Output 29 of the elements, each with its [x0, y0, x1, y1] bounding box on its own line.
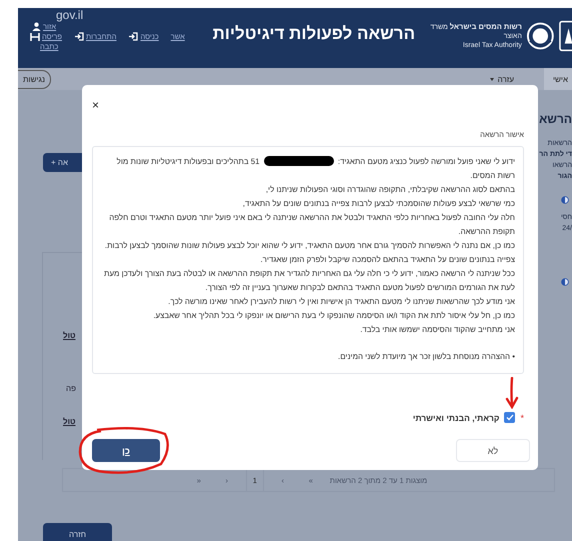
personal-area-tab[interactable]: אישי	[544, 68, 572, 90]
half-circle-icon	[561, 196, 569, 204]
emblem-icon	[558, 20, 572, 52]
site-logo-text: gov.il	[55, 9, 84, 21]
table-cell: פה	[66, 384, 76, 393]
user-icon	[32, 22, 41, 31]
yes-button[interactable]: כן	[92, 439, 160, 462]
page-title: הרשאה לפעולות דיגיטליות	[212, 24, 416, 44]
no-button[interactable]: לא	[456, 439, 530, 462]
back-button[interactable]: חזרה	[43, 523, 112, 541]
sign-in-icon	[74, 32, 84, 41]
consent-checkbox[interactable]	[504, 412, 516, 423]
half-circle-icon	[561, 278, 569, 286]
page-heading: הרשא	[539, 112, 572, 126]
caret-icon	[490, 78, 494, 80]
required-marker: *	[520, 412, 524, 422]
sign-in-icon	[128, 32, 138, 41]
check-icon	[506, 414, 514, 421]
table-link[interactable]: טול	[63, 417, 76, 426]
table-link[interactable]: טול	[63, 331, 76, 340]
width-icon	[30, 32, 40, 40]
close-button[interactable]: ×	[92, 93, 100, 116]
help-menu[interactable]: עזרה	[490, 74, 514, 84]
add-button[interactable]: + אה	[43, 153, 82, 172]
accessibility-button[interactable]: נגישות	[18, 70, 52, 88]
authority-logo-icon	[526, 21, 555, 51]
consent-label: קראתי, הבנתי ואישרתי	[412, 412, 500, 422]
annotation-arrow	[505, 377, 519, 409]
redaction-mark	[264, 156, 334, 166]
